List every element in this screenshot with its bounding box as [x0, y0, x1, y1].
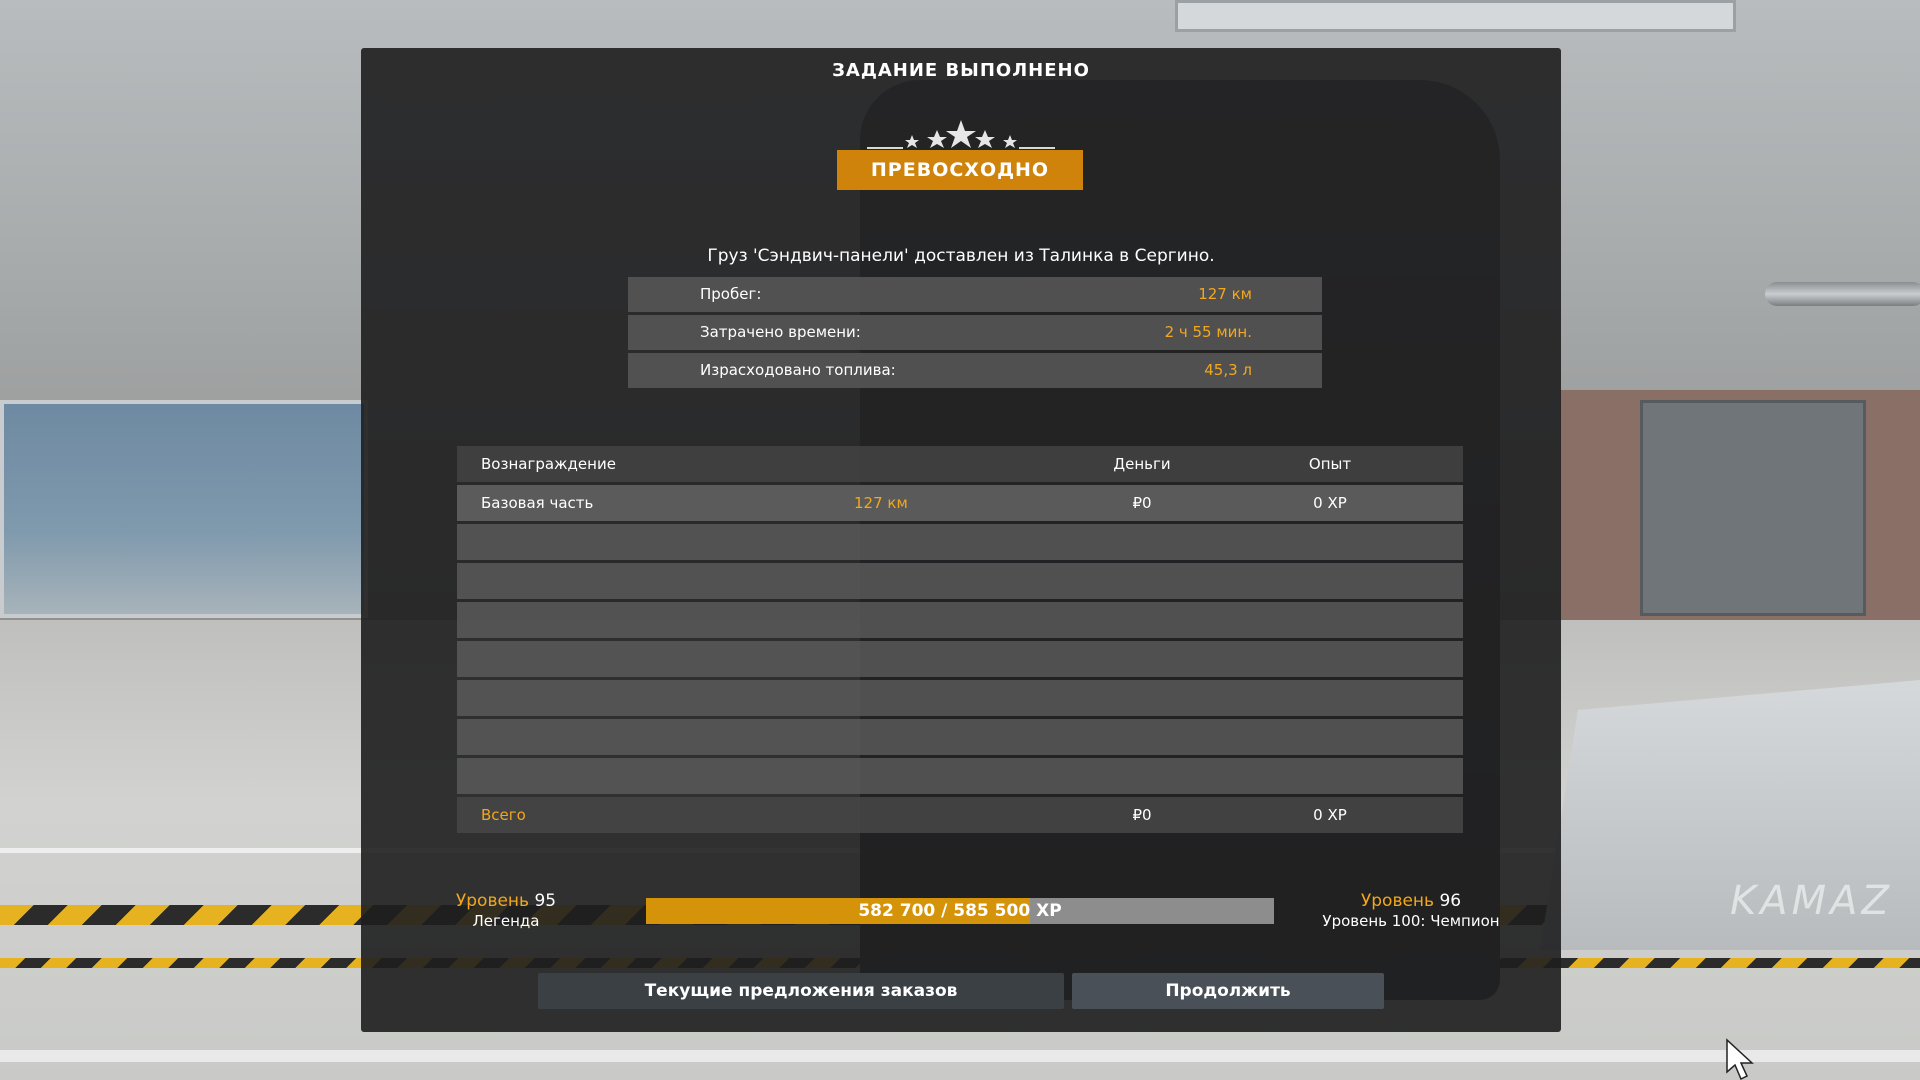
current-level: Уровень 95 Легенда	[431, 891, 581, 930]
empty-row	[457, 641, 1463, 677]
star-icon-2	[927, 130, 947, 148]
level-word: Уровень	[455, 891, 530, 911]
empty-row	[457, 680, 1463, 716]
stat-label: Затрачено времени:	[700, 323, 861, 341]
star-icon-1	[905, 135, 919, 148]
table-row: Базовая часть 127 км ₽0 0 XP	[457, 485, 1463, 521]
rating-badge: ПРЕВОСХОДНО	[837, 150, 1083, 190]
next-level: Уровень 96 Уровень 100: Чемпион	[1296, 891, 1526, 930]
total-xp: 0 XP	[1313, 806, 1347, 824]
level-number: 95	[534, 891, 557, 911]
garage-window	[1175, 0, 1736, 32]
reward-money: ₽0	[1132, 494, 1152, 512]
total-label: Всего	[481, 806, 526, 824]
office-window	[0, 400, 368, 618]
xp-progress-bar: 582 700 / 585 500 XP	[646, 898, 1274, 924]
level-word: Уровень	[1360, 891, 1435, 911]
stat-row-fuel: Израсходовано топлива: 45,3 л	[628, 353, 1322, 388]
stat-value: 45,3 л	[1204, 361, 1252, 379]
dialog-title: ЗАДАНИЕ ВЫПОЛНЕНО	[832, 60, 1090, 81]
rating-stars-icon	[867, 120, 1055, 149]
level-title: Легенда	[472, 912, 540, 930]
garage-door	[1640, 400, 1866, 616]
star-icon-5	[1003, 135, 1017, 148]
reward-name: Базовая часть	[481, 494, 594, 512]
truck-logo: KAMAZ	[1730, 878, 1893, 924]
floor-line-bottom	[0, 1050, 1920, 1062]
rewards-total-row: Всего ₽0 0 XP	[457, 797, 1463, 833]
mouse-cursor-icon	[1726, 1038, 1754, 1080]
stat-value: 2 ч 55 мин.	[1164, 323, 1252, 341]
stat-label: Израсходовано топлива:	[700, 361, 896, 379]
star-icon-3	[946, 120, 976, 148]
header-money: Деньги	[1113, 455, 1171, 473]
header-xp: Опыт	[1308, 455, 1352, 473]
wall-pipe	[1765, 282, 1920, 306]
empty-row	[457, 758, 1463, 794]
continue-button[interactable]: Продолжить	[1072, 973, 1384, 1009]
empty-row	[457, 719, 1463, 755]
trip-stats: Пробег: 127 км Затрачено времени: 2 ч 55…	[628, 277, 1322, 391]
stat-label: Пробег:	[700, 285, 762, 303]
header-reward: Вознаграждение	[481, 455, 616, 473]
xp-progress-text: 582 700 / 585 500 XP	[858, 901, 1062, 921]
empty-row	[457, 524, 1463, 560]
empty-row	[457, 563, 1463, 599]
job-completed-dialog: ЗАДАНИЕ ВЫПОЛНЕНО ПРЕВОСХОДНО Груз 'Сэнд…	[361, 48, 1754, 1080]
rewards-table: Вознаграждение Деньги Опыт Базовая часть…	[457, 446, 1463, 836]
stat-row-time: Затрачено времени: 2 ч 55 мин.	[628, 315, 1322, 350]
rewards-header: Вознаграждение Деньги Опыт	[457, 446, 1463, 482]
reward-xp: 0 XP	[1313, 494, 1347, 512]
level-number: 96	[1439, 891, 1462, 911]
stat-value: 127 км	[1198, 285, 1252, 303]
empty-row	[457, 602, 1463, 638]
level-title: Уровень 100: Чемпион	[1322, 912, 1500, 930]
star-icon-4	[975, 130, 995, 148]
job-offers-button[interactable]: Текущие предложения заказов	[538, 973, 1064, 1009]
reward-detail: 127 км	[854, 494, 908, 512]
stat-row-distance: Пробег: 127 км	[628, 277, 1322, 312]
cargo-delivery-text: Груз 'Сэндвич-панели' доставлен из Талин…	[707, 246, 1215, 266]
total-money: ₽0	[1132, 806, 1152, 824]
